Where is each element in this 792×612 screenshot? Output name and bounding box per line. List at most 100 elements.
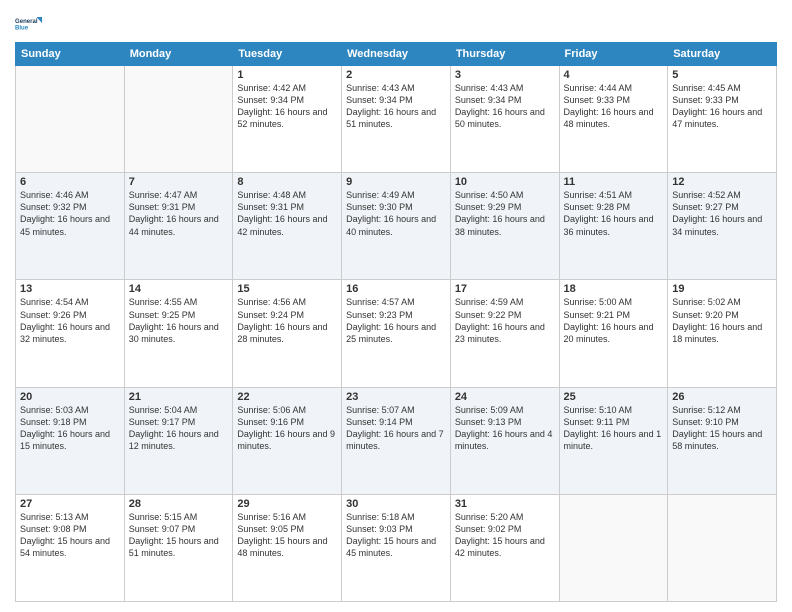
col-header-saturday: Saturday (668, 43, 777, 66)
day-number: 29 (237, 498, 337, 510)
calendar-cell: 13Sunrise: 4:54 AM Sunset: 9:26 PM Dayli… (16, 280, 125, 387)
col-header-thursday: Thursday (450, 43, 559, 66)
day-info: Sunrise: 5:03 AM Sunset: 9:18 PM Dayligh… (20, 404, 120, 453)
day-number: 16 (346, 283, 446, 295)
calendar-cell: 15Sunrise: 4:56 AM Sunset: 9:24 PM Dayli… (233, 280, 342, 387)
day-number: 10 (455, 176, 555, 188)
col-header-monday: Monday (124, 43, 233, 66)
day-number: 24 (455, 391, 555, 403)
calendar-cell: 16Sunrise: 4:57 AM Sunset: 9:23 PM Dayli… (342, 280, 451, 387)
day-info: Sunrise: 4:51 AM Sunset: 9:28 PM Dayligh… (564, 189, 664, 238)
day-number: 12 (672, 176, 772, 188)
day-info: Sunrise: 5:15 AM Sunset: 9:07 PM Dayligh… (129, 511, 229, 560)
day-number: 26 (672, 391, 772, 403)
calendar-cell: 22Sunrise: 5:06 AM Sunset: 9:16 PM Dayli… (233, 387, 342, 494)
calendar-cell (16, 66, 125, 173)
day-number: 15 (237, 283, 337, 295)
calendar-cell: 10Sunrise: 4:50 AM Sunset: 9:29 PM Dayli… (450, 173, 559, 280)
day-number: 17 (455, 283, 555, 295)
day-info: Sunrise: 4:49 AM Sunset: 9:30 PM Dayligh… (346, 189, 446, 238)
calendar-week-row: 27Sunrise: 5:13 AM Sunset: 9:08 PM Dayli… (16, 494, 777, 601)
calendar-cell: 21Sunrise: 5:04 AM Sunset: 9:17 PM Dayli… (124, 387, 233, 494)
day-info: Sunrise: 5:06 AM Sunset: 9:16 PM Dayligh… (237, 404, 337, 453)
day-info: Sunrise: 4:52 AM Sunset: 9:27 PM Dayligh… (672, 189, 772, 238)
calendar-cell: 18Sunrise: 5:00 AM Sunset: 9:21 PM Dayli… (559, 280, 668, 387)
day-number: 14 (129, 283, 229, 295)
day-number: 27 (20, 498, 120, 510)
day-number: 4 (564, 69, 664, 81)
day-number: 18 (564, 283, 664, 295)
day-number: 25 (564, 391, 664, 403)
calendar-header-row: SundayMondayTuesdayWednesdayThursdayFrid… (16, 43, 777, 66)
calendar-cell: 7Sunrise: 4:47 AM Sunset: 9:31 PM Daylig… (124, 173, 233, 280)
calendar-week-row: 20Sunrise: 5:03 AM Sunset: 9:18 PM Dayli… (16, 387, 777, 494)
day-number: 19 (672, 283, 772, 295)
day-number: 3 (455, 69, 555, 81)
calendar-table: SundayMondayTuesdayWednesdayThursdayFrid… (15, 42, 777, 602)
day-info: Sunrise: 5:16 AM Sunset: 9:05 PM Dayligh… (237, 511, 337, 560)
col-header-tuesday: Tuesday (233, 43, 342, 66)
calendar-cell: 9Sunrise: 4:49 AM Sunset: 9:30 PM Daylig… (342, 173, 451, 280)
calendar-cell: 17Sunrise: 4:59 AM Sunset: 9:22 PM Dayli… (450, 280, 559, 387)
calendar-cell: 6Sunrise: 4:46 AM Sunset: 9:32 PM Daylig… (16, 173, 125, 280)
svg-text:Blue: Blue (15, 26, 29, 32)
day-number: 23 (346, 391, 446, 403)
day-number: 11 (564, 176, 664, 188)
day-info: Sunrise: 5:20 AM Sunset: 9:02 PM Dayligh… (455, 511, 555, 560)
calendar-cell: 20Sunrise: 5:03 AM Sunset: 9:18 PM Dayli… (16, 387, 125, 494)
calendar-cell: 26Sunrise: 5:12 AM Sunset: 9:10 PM Dayli… (668, 387, 777, 494)
day-info: Sunrise: 4:45 AM Sunset: 9:33 PM Dayligh… (672, 82, 772, 131)
day-info: Sunrise: 5:12 AM Sunset: 9:10 PM Dayligh… (672, 404, 772, 453)
day-number: 6 (20, 176, 120, 188)
day-info: Sunrise: 4:46 AM Sunset: 9:32 PM Dayligh… (20, 189, 120, 238)
day-info: Sunrise: 5:00 AM Sunset: 9:21 PM Dayligh… (564, 296, 664, 345)
calendar-cell: 1Sunrise: 4:42 AM Sunset: 9:34 PM Daylig… (233, 66, 342, 173)
day-info: Sunrise: 4:48 AM Sunset: 9:31 PM Dayligh… (237, 189, 337, 238)
calendar-cell: 5Sunrise: 4:45 AM Sunset: 9:33 PM Daylig… (668, 66, 777, 173)
day-info: Sunrise: 5:18 AM Sunset: 9:03 PM Dayligh… (346, 511, 446, 560)
calendar-cell: 25Sunrise: 5:10 AM Sunset: 9:11 PM Dayli… (559, 387, 668, 494)
calendar-cell: 8Sunrise: 4:48 AM Sunset: 9:31 PM Daylig… (233, 173, 342, 280)
svg-text:General: General (15, 19, 38, 25)
day-info: Sunrise: 4:43 AM Sunset: 9:34 PM Dayligh… (455, 82, 555, 131)
day-info: Sunrise: 4:57 AM Sunset: 9:23 PM Dayligh… (346, 296, 446, 345)
header: GeneralBlue (15, 10, 777, 38)
calendar-cell (559, 494, 668, 601)
day-info: Sunrise: 5:07 AM Sunset: 9:14 PM Dayligh… (346, 404, 446, 453)
calendar-cell: 30Sunrise: 5:18 AM Sunset: 9:03 PM Dayli… (342, 494, 451, 601)
calendar-cell (124, 66, 233, 173)
calendar-cell: 19Sunrise: 5:02 AM Sunset: 9:20 PM Dayli… (668, 280, 777, 387)
day-info: Sunrise: 4:44 AM Sunset: 9:33 PM Dayligh… (564, 82, 664, 131)
day-number: 28 (129, 498, 229, 510)
logo: GeneralBlue (15, 10, 43, 38)
day-info: Sunrise: 4:56 AM Sunset: 9:24 PM Dayligh… (237, 296, 337, 345)
calendar-cell: 24Sunrise: 5:09 AM Sunset: 9:13 PM Dayli… (450, 387, 559, 494)
page: GeneralBlue SundayMondayTuesdayWednesday… (0, 0, 792, 612)
day-number: 31 (455, 498, 555, 510)
day-info: Sunrise: 5:13 AM Sunset: 9:08 PM Dayligh… (20, 511, 120, 560)
day-info: Sunrise: 5:02 AM Sunset: 9:20 PM Dayligh… (672, 296, 772, 345)
logo-icon: GeneralBlue (15, 10, 43, 38)
day-info: Sunrise: 4:42 AM Sunset: 9:34 PM Dayligh… (237, 82, 337, 131)
calendar-cell: 11Sunrise: 4:51 AM Sunset: 9:28 PM Dayli… (559, 173, 668, 280)
calendar-cell: 29Sunrise: 5:16 AM Sunset: 9:05 PM Dayli… (233, 494, 342, 601)
day-number: 20 (20, 391, 120, 403)
calendar-cell: 27Sunrise: 5:13 AM Sunset: 9:08 PM Dayli… (16, 494, 125, 601)
calendar-cell: 31Sunrise: 5:20 AM Sunset: 9:02 PM Dayli… (450, 494, 559, 601)
day-info: Sunrise: 4:43 AM Sunset: 9:34 PM Dayligh… (346, 82, 446, 131)
day-info: Sunrise: 4:50 AM Sunset: 9:29 PM Dayligh… (455, 189, 555, 238)
calendar-cell: 28Sunrise: 5:15 AM Sunset: 9:07 PM Dayli… (124, 494, 233, 601)
day-number: 30 (346, 498, 446, 510)
calendar-cell: 12Sunrise: 4:52 AM Sunset: 9:27 PM Dayli… (668, 173, 777, 280)
day-info: Sunrise: 4:47 AM Sunset: 9:31 PM Dayligh… (129, 189, 229, 238)
day-number: 1 (237, 69, 337, 81)
calendar-cell: 2Sunrise: 4:43 AM Sunset: 9:34 PM Daylig… (342, 66, 451, 173)
col-header-friday: Friday (559, 43, 668, 66)
calendar-week-row: 13Sunrise: 4:54 AM Sunset: 9:26 PM Dayli… (16, 280, 777, 387)
day-info: Sunrise: 5:09 AM Sunset: 9:13 PM Dayligh… (455, 404, 555, 453)
calendar-cell (668, 494, 777, 601)
day-info: Sunrise: 5:04 AM Sunset: 9:17 PM Dayligh… (129, 404, 229, 453)
calendar-cell: 3Sunrise: 4:43 AM Sunset: 9:34 PM Daylig… (450, 66, 559, 173)
day-number: 22 (237, 391, 337, 403)
day-number: 7 (129, 176, 229, 188)
